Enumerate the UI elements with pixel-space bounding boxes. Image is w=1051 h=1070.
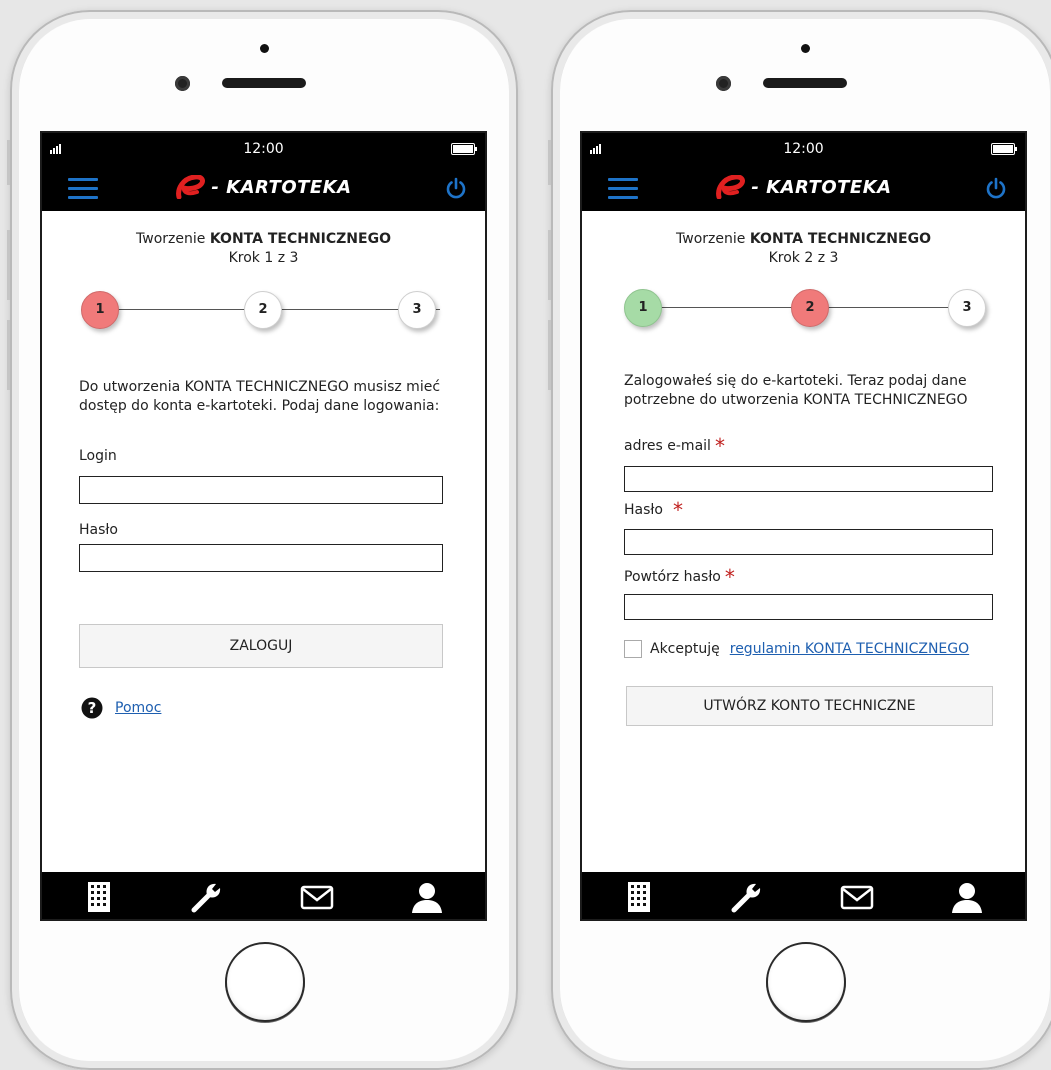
app-header: - KARTOTEKA [42,166,485,211]
password-input[interactable] [79,544,443,572]
envelope-icon[interactable] [840,881,874,913]
page-title: Tworzenie KONTA TECHNICZNEGO Krok 2 z 3 [582,230,1025,268]
accept-checkbox[interactable] [624,640,642,658]
login-input[interactable] [79,476,443,504]
volume-up-button [548,230,551,300]
status-bar: 12:00 [582,133,1025,166]
earpiece-speaker [222,78,306,88]
battery-icon [991,143,1017,155]
password-input[interactable] [624,529,993,555]
form-content: Tworzenie KONTA TECHNICZNEGO Krok 2 z 3 … [582,230,1025,726]
email-input[interactable] [624,466,993,492]
step-3: 3 [948,289,986,327]
terms-row: Akceptuję regulamin KONTA TECHNICZNEGO [624,640,969,658]
page-title: Tworzenie KONTA TECHNICZNEGO Krok 1 z 3 [42,230,485,268]
title-bold: KONTA TECHNICZNEGO [209,231,391,247]
login-button[interactable]: ZALOGUJ [79,624,443,668]
wrench-icon[interactable] [190,881,224,913]
front-sensor [801,44,810,53]
repeat-password-label-text: Powtórz hasło [624,569,721,585]
battery-icon [451,143,477,155]
app-logo: - KARTOTEKA [582,175,1025,199]
step-1: 1 [624,289,662,327]
home-button[interactable] [766,942,846,1022]
status-bar: 12:00 [42,133,485,166]
login-label: Login [79,448,117,464]
status-time: 12:00 [243,141,284,157]
required-mark: * [714,434,725,458]
volume-up-button [7,230,10,300]
user-icon[interactable] [410,881,444,913]
terms-link[interactable]: regulamin KONTA TECHNICZNEGO [730,641,969,657]
password-label-text: Hasło [624,502,663,518]
repeat-password-input[interactable] [624,594,993,620]
create-account-button[interactable]: UTWÓRZ KONTO TECHNICZNE [626,686,993,726]
user-icon[interactable] [950,881,984,913]
screen-step-1: 12:00 - KARTOTEKA Tworzenie KONTA TECHNI… [40,131,487,921]
title-prefix: Tworzenie [136,231,210,247]
description: Do utworzenia KONTA TECHNICZNEGO musisz … [79,379,441,414]
title-bold: KONTA TECHNICZNEGO [749,231,931,247]
power-icon[interactable] [985,177,1007,199]
envelope-icon[interactable] [300,881,334,913]
front-sensor [260,44,269,53]
home-button[interactable] [225,942,305,1022]
step-2: 2 [244,291,282,329]
step-3: 3 [398,291,436,329]
svg-text:?: ? [88,699,97,717]
step-2: 2 [791,289,829,327]
volume-down-button [7,320,10,390]
accept-label: Akceptuję [650,641,720,657]
e-logo-icon [716,175,746,199]
power-icon[interactable] [445,177,467,199]
mute-switch [7,140,10,185]
earpiece-speaker [763,78,847,88]
email-label: adres e-mail * [624,434,725,458]
app-name: - KARTOTEKA [751,176,892,198]
help-link[interactable]: Pomoc [115,700,161,716]
step-counter: Krok 1 z 3 [228,250,299,266]
app-header: - KARTOTEKA [582,166,1025,211]
status-time: 12:00 [783,141,824,157]
bottom-tab-bar [42,872,485,919]
front-camera [175,76,190,91]
screen-step-2: 12:00 - KARTOTEKA Tworzenie KONTA TECHNI… [580,131,1027,921]
help-row: ? Pomoc [81,697,161,719]
required-mark: * [724,565,735,589]
repeat-password-label: Powtórz hasło * [624,565,735,589]
step-counter: Krok 2 z 3 [768,250,839,266]
password-label: Hasło * [624,498,683,522]
password-label: Hasło [79,522,118,538]
email-label-text: adres e-mail [624,438,711,454]
form-content: Tworzenie KONTA TECHNICZNEGO Krok 1 z 3 … [42,230,485,719]
step-1: 1 [81,291,119,329]
stepper: 1 2 3 [42,285,485,333]
app-name: - KARTOTEKA [211,176,352,198]
required-mark: * [672,498,683,522]
title-prefix: Tworzenie [676,231,750,247]
help-icon: ? [81,697,103,719]
volume-down-button [548,320,551,390]
wrench-icon[interactable] [730,881,764,913]
bottom-tab-bar [582,872,1025,919]
building-icon[interactable] [82,881,116,913]
building-icon[interactable] [622,881,656,913]
e-logo-icon [176,175,206,199]
description: Zalogowałeś się do e-kartoteki. Teraz po… [624,373,968,408]
mute-switch [548,140,551,185]
stepper: 1 2 3 [582,283,1025,331]
app-logo: - KARTOTEKA [42,175,485,199]
front-camera [716,76,731,91]
